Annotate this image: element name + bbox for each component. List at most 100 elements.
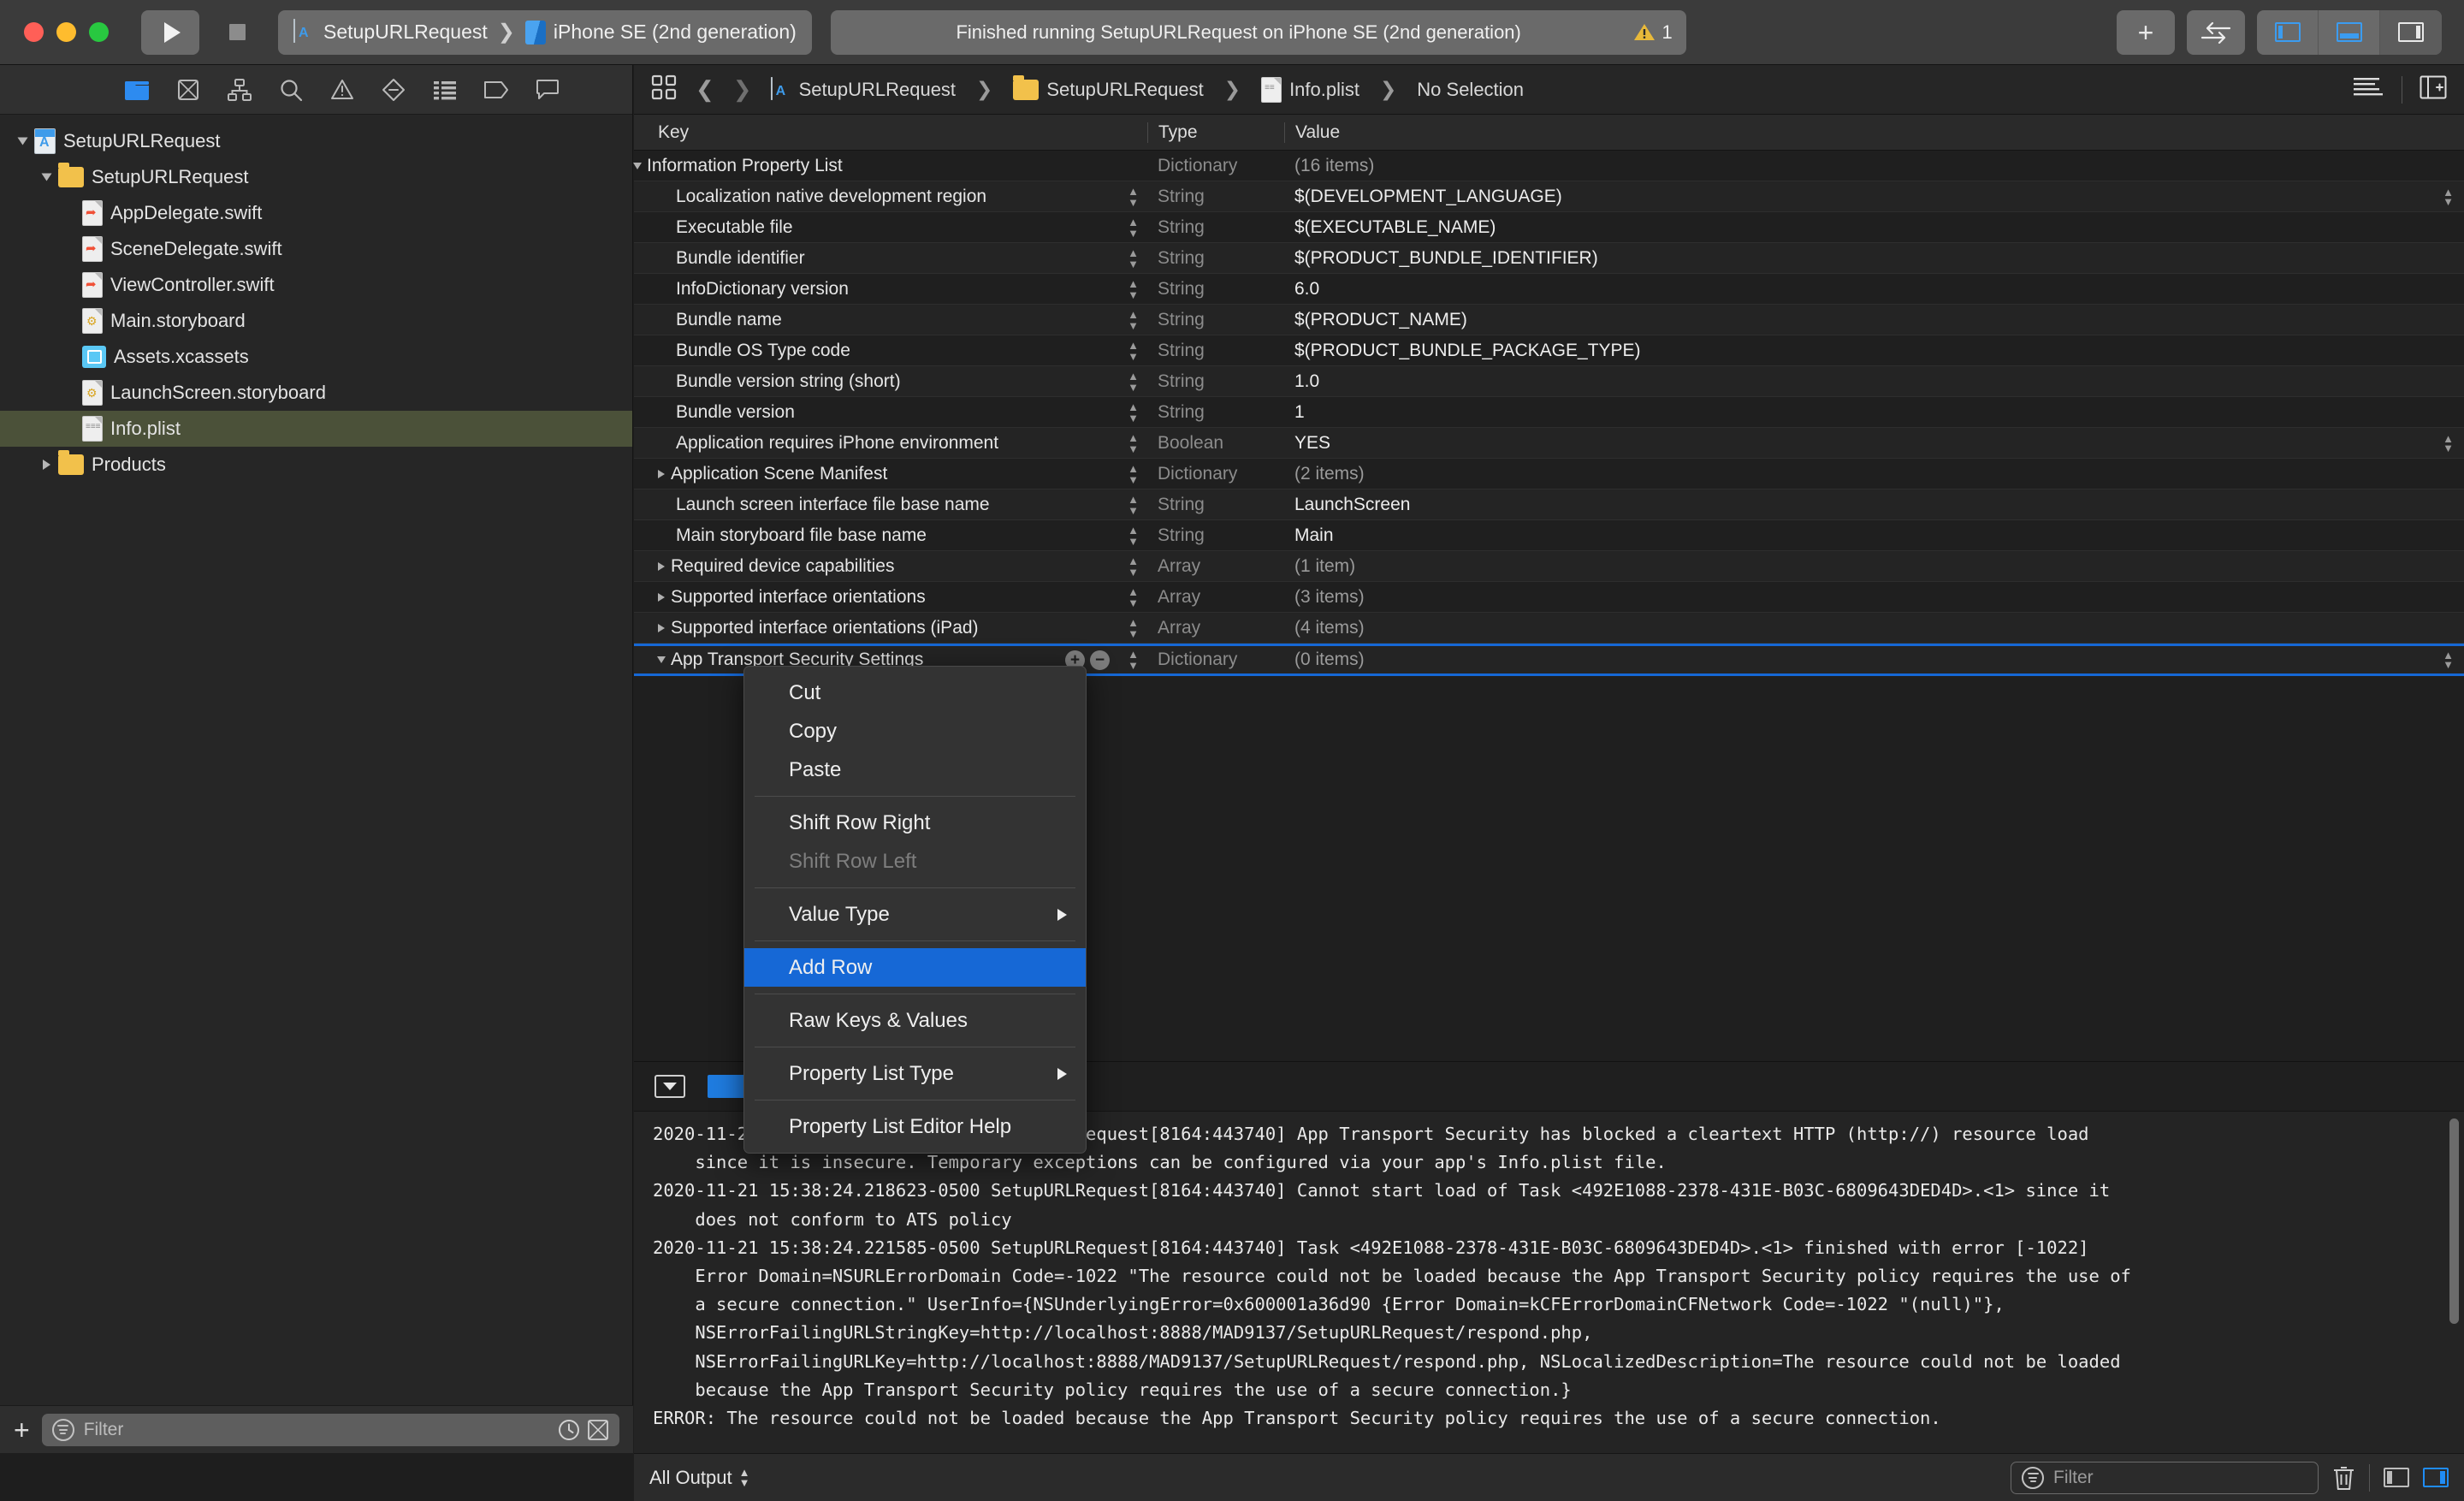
- go-forward-button[interactable]: ❯: [733, 76, 752, 103]
- plist-value-cell[interactable]: Main: [1284, 525, 2464, 546]
- key-stepper[interactable]: ▲ ▼: [1128, 431, 1139, 454]
- value-stepper[interactable]: ▲ ▼: [2443, 432, 2454, 453]
- plist-row[interactable]: Information Property List Dictionary (16 i…: [633, 151, 2464, 181]
- context-menu-item-copy[interactable]: Copy: [744, 712, 1086, 750]
- symbol-navigator-icon[interactable]: [226, 76, 253, 104]
- filter-tag-icon[interactable]: [708, 1075, 756, 1098]
- plist-row[interactable]: Bundle version string (short) ▲ ▼ String 1.0: [634, 366, 2464, 397]
- navigator-row-assets-xcassets[interactable]: Assets.xcassets: [0, 339, 632, 375]
- add-editor-split-button[interactable]: [2420, 75, 2447, 104]
- plist-key-cell[interactable]: Bundle OS Type code ▲ ▼: [634, 339, 1147, 361]
- plist-row[interactable]: Bundle OS Type code ▲ ▼ String $(PRODUCT_BUN…: [634, 335, 2464, 366]
- plist-type-cell[interactable]: String: [1147, 341, 1284, 361]
- plist-type-cell[interactable]: String: [1147, 402, 1284, 423]
- key-stepper[interactable]: ▲ ▼: [1128, 277, 1139, 300]
- plist-value-cell[interactable]: 1.0: [1284, 371, 2464, 392]
- plist-key-cell[interactable]: Bundle name ▲ ▼: [634, 308, 1147, 330]
- key-stepper[interactable]: ▲ ▼: [1128, 370, 1139, 392]
- test-navigator-icon[interactable]: [380, 76, 407, 104]
- issue-navigator-icon[interactable]: [329, 76, 356, 104]
- disclosure-triangle-open[interactable]: [657, 656, 666, 663]
- plist-type-cell[interactable]: Array: [1147, 618, 1284, 638]
- plist-row[interactable]: Application requires iPhone environment ▲…: [634, 428, 2464, 459]
- navigator-row-viewcontroller-swift[interactable]: ➦ ViewController.swift: [0, 267, 632, 303]
- navigator-row-products[interactable]: Products: [0, 447, 632, 483]
- plist-type-cell[interactable]: String: [1147, 495, 1284, 515]
- plist-key-cell[interactable]: Required device capabilities ▲ ▼: [634, 555, 1147, 578]
- console-output-text[interactable]: 2020-11-21 15:38:24.218479-0500 SetupURL…: [634, 1112, 2464, 1453]
- key-stepper[interactable]: ▲ ▼: [1128, 493, 1139, 515]
- plist-type-cell[interactable]: String: [1147, 371, 1284, 392]
- context-menu-item-shift-row-right[interactable]: Shift Row Right: [744, 804, 1086, 842]
- source-control-filter-icon[interactable]: [586, 1418, 609, 1441]
- output-scope-selector[interactable]: All Output ▲ ▼: [649, 1467, 749, 1489]
- key-stepper[interactable]: ▲ ▼: [1128, 246, 1139, 269]
- plist-row[interactable]: Localization native development region ▲ ▼…: [634, 181, 2464, 212]
- console-filter-input[interactable]: Filter: [2011, 1461, 2319, 1494]
- stop-button[interactable]: [208, 10, 266, 55]
- toggle-inspector-button[interactable]: [2380, 9, 2442, 55]
- plist-type-cell[interactable]: Boolean: [1147, 433, 1284, 454]
- source-control-navigator-icon[interactable]: [175, 76, 202, 104]
- plist-row[interactable]: Bundle version ▲ ▼ String 1: [634, 397, 2464, 428]
- plist-row[interactable]: Bundle identifier ▲ ▼ String $(PRODUCT_BUNDL…: [634, 243, 2464, 274]
- plist-type-cell[interactable]: Array: [1147, 556, 1284, 577]
- navigator-row-main-storyboard[interactable]: ⚙ Main.storyboard: [0, 303, 632, 339]
- plist-value-cell[interactable]: $(PRODUCT_NAME): [1284, 310, 2464, 330]
- key-stepper[interactable]: ▲ ▼: [1128, 185, 1139, 207]
- plist-type-cell[interactable]: Dictionary: [1147, 156, 1284, 176]
- plist-value-cell[interactable]: (0 items) ▲ ▼: [1284, 650, 2464, 670]
- plist-key-cell[interactable]: Supported interface orientations (iPad) ▲…: [634, 616, 1147, 639]
- key-stepper[interactable]: ▲ ▼: [1128, 555, 1139, 577]
- plist-row[interactable]: Application Scene Manifest ▲ ▼ Dictionary (2…: [634, 459, 2464, 489]
- toggle-console-view-button[interactable]: [2423, 1468, 2449, 1487]
- console-scrollbar[interactable]: [2449, 1118, 2459, 1324]
- navigator-row-info-plist[interactable]: ≡≡≡ Info.plist: [0, 411, 632, 447]
- key-stepper[interactable]: ▲ ▼: [1128, 616, 1139, 638]
- plist-key-cell[interactable]: Executable file ▲ ▼: [634, 216, 1147, 238]
- minimize-window-button[interactable]: [56, 22, 76, 42]
- disclosure-triangle-closed[interactable]: [658, 592, 665, 602]
- plist-key-cell[interactable]: Bundle version ▲ ▼: [634, 400, 1147, 423]
- navigator-row-appdelegate-swift[interactable]: ➦ AppDelegate.swift: [0, 195, 632, 231]
- plist-value-cell[interactable]: $(DEVELOPMENT_LANGUAGE) ▲ ▼: [1284, 186, 2464, 206]
- plist-type-cell[interactable]: String: [1147, 525, 1284, 546]
- plist-row[interactable]: Supported interface orientations (iPad) ▲…: [634, 613, 2464, 644]
- plist-row[interactable]: Launch screen interface file base name ▲ ▼…: [634, 489, 2464, 520]
- key-stepper[interactable]: ▲ ▼: [1128, 462, 1139, 484]
- toggle-code-review-button[interactable]: [2187, 9, 2245, 55]
- plist-key-cell[interactable]: Application Scene Manifest ▲ ▼: [634, 462, 1147, 485]
- plist-value-cell[interactable]: (1 item): [1284, 556, 2464, 577]
- plist-key-cell[interactable]: Launch screen interface file base name ▲ ▼: [634, 493, 1147, 515]
- debug-navigator-icon[interactable]: [431, 76, 459, 104]
- navigator-row-scenedelegate-swift[interactable]: ➦ SceneDelegate.swift: [0, 231, 632, 267]
- disclosure-triangle-closed[interactable]: [658, 623, 665, 632]
- breadcrumb-file[interactable]: ≡≡ Info.plist: [1261, 76, 1359, 103]
- navigator-row-launchscreen-storyboard[interactable]: ⚙ LaunchScreen.storyboard: [0, 375, 632, 411]
- value-stepper[interactable]: ▲ ▼: [2443, 186, 2454, 206]
- plist-row[interactable]: Executable file ▲ ▼ String $(EXECUTABLE_NAME…: [634, 212, 2464, 243]
- navigator-filter-input[interactable]: Filter: [41, 1413, 619, 1446]
- plist-row[interactable]: Required device capabilities ▲ ▼ Array (1 it…: [634, 551, 2464, 582]
- plist-row[interactable]: Supported interface orientations ▲ ▼ Array (…: [634, 582, 2464, 613]
- key-stepper[interactable]: ▲ ▼: [1128, 308, 1139, 330]
- project-navigator-icon[interactable]: [123, 76, 151, 104]
- disclosure-triangle-closed[interactable]: [658, 561, 665, 571]
- plist-key-cell[interactable]: Localization native development region ▲ ▼: [634, 185, 1147, 207]
- plist-value-cell[interactable]: 1: [1284, 402, 2464, 423]
- plist-row[interactable]: InfoDictionary version ▲ ▼ String 6.0: [634, 274, 2464, 305]
- plist-value-cell[interactable]: (16 items): [1284, 156, 2464, 176]
- key-stepper[interactable]: ▲ ▼: [1128, 216, 1139, 238]
- activity-status-bar[interactable]: Finished running SetupURLRequest on iPho…: [830, 9, 1686, 55]
- breakpoint-navigator-icon[interactable]: [483, 76, 510, 104]
- navigator-row-setupurlrequest[interactable]: SetupURLRequest: [0, 159, 632, 195]
- context-menu-item-raw-keys-values[interactable]: Raw Keys & Values: [744, 1001, 1086, 1040]
- hide-console-button[interactable]: [654, 1075, 685, 1098]
- find-navigator-icon[interactable]: [277, 76, 305, 104]
- column-header-type[interactable]: Type: [1147, 122, 1284, 143]
- related-items-button[interactable]: [651, 74, 677, 105]
- plist-type-cell[interactable]: String: [1147, 217, 1284, 238]
- plist-type-cell[interactable]: String: [1147, 187, 1284, 207]
- plist-value-cell[interactable]: (2 items): [1284, 464, 2464, 484]
- key-stepper[interactable]: ▲ ▼: [1128, 339, 1139, 361]
